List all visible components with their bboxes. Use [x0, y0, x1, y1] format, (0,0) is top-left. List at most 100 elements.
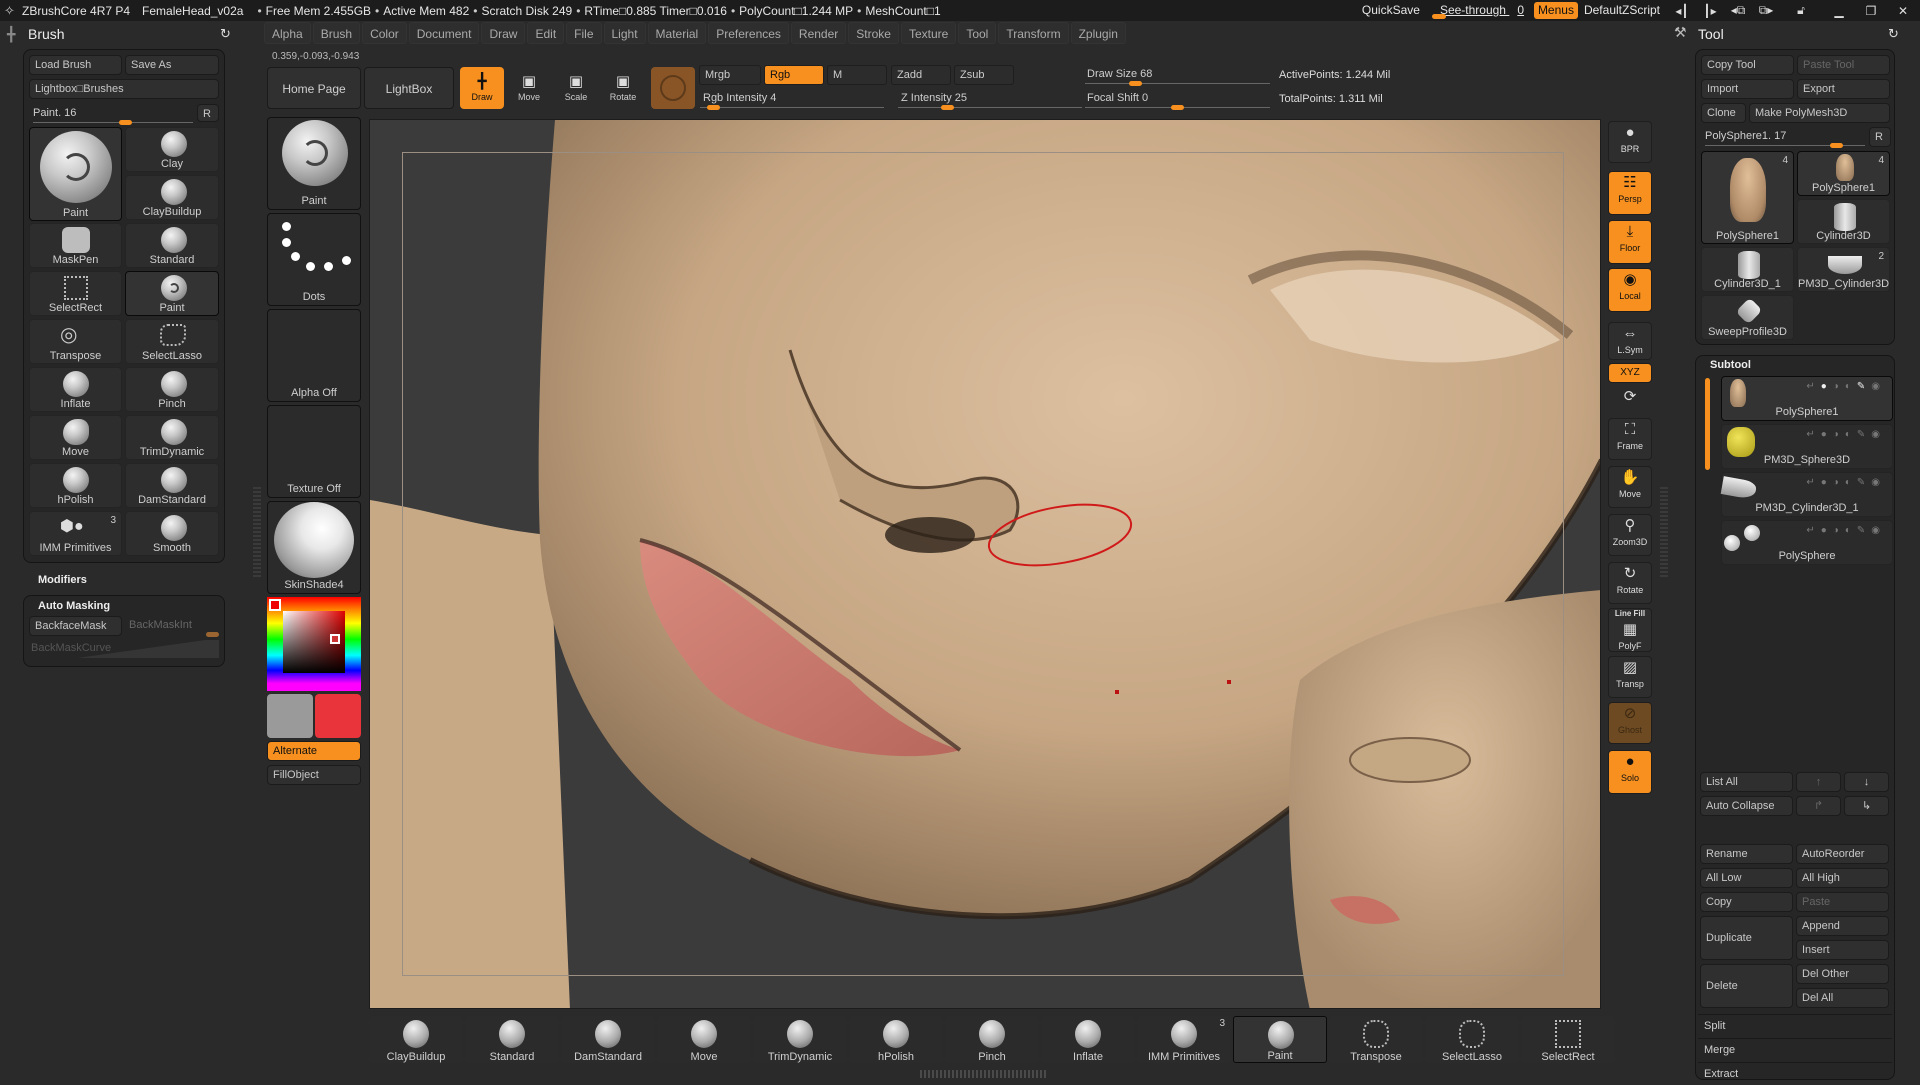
- zsub-button[interactable]: Zsub: [954, 65, 1014, 85]
- move-up-button[interactable]: ↑: [1796, 772, 1841, 792]
- right-tray-handle[interactable]: [1660, 487, 1668, 577]
- brush-r-button[interactable]: R: [197, 104, 219, 122]
- subtool-item-polysphere[interactable]: ↵●◑◐✎◉ PolySphere: [1721, 520, 1893, 565]
- paste-tool-button[interactable]: Paste Tool: [1797, 55, 1890, 75]
- back-mask-curve[interactable]: BackMaskCurve: [29, 640, 219, 658]
- menu-render[interactable]: Render: [790, 22, 847, 44]
- mrgb-button[interactable]: Mrgb: [699, 65, 761, 85]
- secondary-color-swatch[interactable]: [315, 694, 361, 738]
- delete-button[interactable]: Delete: [1700, 964, 1793, 1008]
- palette-refresh-icon[interactable]: ↻: [220, 26, 231, 42]
- close-icon[interactable]: ✕: [1886, 4, 1920, 18]
- del-other-button[interactable]: Del Other: [1796, 964, 1889, 984]
- menu-brush[interactable]: Brush: [312, 22, 361, 44]
- make-polymesh-button[interactable]: Make PolyMesh3D: [1749, 103, 1890, 123]
- alternate-button[interactable]: Alternate: [267, 741, 361, 761]
- extract-section[interactable]: Extract: [1698, 1062, 1892, 1080]
- shelf-button-zoom3d[interactable]: ⚲ Zoom3D: [1608, 514, 1652, 556]
- lightbox-button[interactable]: LightBox: [364, 67, 454, 109]
- zadd-button[interactable]: Zadd: [891, 65, 951, 85]
- palette-refresh-icon[interactable]: ↻: [1888, 26, 1899, 42]
- shelf-brush-imm-primitives[interactable]: 3 IMM Primitives: [1137, 1016, 1231, 1063]
- brush-thumb-clay[interactable]: Clay: [125, 127, 219, 172]
- all-low-button[interactable]: All Low: [1700, 868, 1793, 888]
- tool-thumb-polysphere1[interactable]: 4 PolySphere1: [1797, 151, 1890, 196]
- see-through-knob[interactable]: [1431, 14, 1446, 19]
- see-through-slider[interactable]: See-through 0: [1430, 0, 1530, 21]
- tool-thumb-cylinder3d-1[interactable]: Cylinder3D_1: [1701, 247, 1794, 292]
- current-brush-tile[interactable]: Paint: [267, 117, 361, 210]
- shelf-brush-selectlasso[interactable]: SelectLasso: [1425, 1016, 1519, 1063]
- brush-slider-track[interactable]: [33, 122, 193, 123]
- shelf-brush-standard[interactable]: Standard: [465, 1016, 559, 1063]
- bottom-tray-handle[interactable]: [920, 1070, 1048, 1078]
- modifiers-header[interactable]: Modifiers: [38, 574, 87, 586]
- export-button[interactable]: Export: [1797, 79, 1890, 99]
- shelf-brush-damstandard[interactable]: DamStandard: [561, 1016, 655, 1063]
- menu-color[interactable]: Color: [362, 22, 407, 44]
- shelf-button-rotate[interactable]: ↻ Rotate: [1608, 562, 1652, 604]
- insert-button[interactable]: Insert: [1796, 940, 1889, 960]
- brush-thumb-paint[interactable]: Paint: [29, 127, 122, 221]
- minimize-icon[interactable]: ▁: [1822, 4, 1856, 18]
- rename-button[interactable]: Rename: [1700, 844, 1793, 864]
- copy-subtool-button[interactable]: Copy: [1700, 892, 1793, 912]
- save-as-button[interactable]: Save As: [125, 55, 219, 75]
- lock-icon[interactable]: 🔓︎: [1780, 3, 1822, 18]
- subtool-item-pm3d-cylinder3d-1[interactable]: ↵●◑◐✎◉ PM3D_Cylinder3D_1: [1720, 472, 1893, 517]
- brush-thumb-pinch[interactable]: Pinch: [125, 367, 219, 412]
- expand-button[interactable]: ↳: [1844, 796, 1889, 816]
- shelf-brush-selectrect[interactable]: SelectRect: [1521, 1016, 1615, 1063]
- paste-subtool-button[interactable]: Paste: [1796, 892, 1889, 912]
- brush-thumb-imm-primitives[interactable]: ⬢● 3 IMM Primitives: [29, 511, 122, 556]
- z-intensity-knob[interactable]: [940, 105, 954, 110]
- sculpt-viewport[interactable]: [369, 119, 1601, 1009]
- shelf-button-local[interactable]: ◉ Local: [1608, 268, 1652, 312]
- brush-thumb-move[interactable]: Move: [29, 415, 122, 460]
- copy-tool-button[interactable]: Copy Tool: [1701, 55, 1794, 75]
- shelf-button-ghost[interactable]: ⊘ Ghost: [1608, 702, 1652, 744]
- material-tile[interactable]: SkinShade4: [267, 501, 361, 594]
- shelf-brush-paint[interactable]: Paint: [1233, 1016, 1327, 1063]
- shelf-brush-claybuildup[interactable]: ClayBuildup: [369, 1016, 463, 1063]
- hue-marker[interactable]: [269, 599, 281, 611]
- menu-document[interactable]: Document: [408, 22, 480, 44]
- shelf-button-floor[interactable]: ⤓ Floor: [1608, 220, 1652, 264]
- clone-button[interactable]: Clone: [1701, 103, 1746, 123]
- subtool-header[interactable]: Subtool: [1710, 359, 1751, 371]
- material-sphere-button[interactable]: [651, 67, 695, 109]
- list-all-button[interactable]: List All: [1700, 772, 1793, 792]
- rgb-intensity-knob[interactable]: [706, 105, 720, 110]
- fill-object-button[interactable]: FillObject: [267, 765, 361, 785]
- merge-section[interactable]: Merge: [1698, 1038, 1892, 1060]
- menu-light[interactable]: Light: [603, 22, 646, 44]
- move-down-button[interactable]: ↓: [1844, 772, 1889, 792]
- brush-thumb-inflate[interactable]: Inflate: [29, 367, 122, 412]
- focal-shift-knob[interactable]: [1171, 105, 1184, 110]
- shelf-brush-trimdynamic[interactable]: TrimDynamic: [753, 1016, 847, 1063]
- shelf-brush-pinch[interactable]: Pinch: [945, 1016, 1039, 1063]
- shelf-button-solo[interactable]: ● Solo: [1608, 750, 1652, 794]
- color-marker[interactable]: [330, 634, 340, 644]
- menu-file[interactable]: File: [566, 22, 602, 44]
- palette-drag-icon[interactable]: ╋: [7, 26, 15, 43]
- shelf-button-bpr[interactable]: ● BPR: [1608, 121, 1652, 163]
- shelf-brush-transpose[interactable]: Transpose: [1329, 1016, 1423, 1063]
- auto-masking-header[interactable]: Auto Masking: [38, 600, 110, 612]
- shelf-button-axis[interactable]: ⟳: [1608, 388, 1652, 408]
- color-picker[interactable]: [267, 597, 361, 691]
- menu-preferences[interactable]: Preferences: [708, 22, 789, 44]
- menu-alpha[interactable]: Alpha: [264, 22, 311, 44]
- duplicate-button[interactable]: Duplicate: [1700, 916, 1793, 960]
- draw-size-track[interactable]: [1085, 83, 1270, 84]
- brush-thumb-hpolish[interactable]: hPolish: [29, 463, 122, 508]
- shelf-button-xyz[interactable]: XYZ: [1608, 363, 1652, 383]
- brush-thumb-paint-2[interactable]: Paint: [125, 271, 219, 316]
- next-layout-icon[interactable]: ⧉▸: [1752, 3, 1780, 18]
- shelf-brush-hpolish[interactable]: hPolish: [849, 1016, 943, 1063]
- brush-thumb-standard[interactable]: Standard: [125, 223, 219, 268]
- menu-draw[interactable]: Draw: [481, 22, 526, 44]
- default-zscript-button[interactable]: DefaultZScript: [1582, 0, 1668, 21]
- shelf-button-l-sym[interactable]: ⇔ L.Sym: [1608, 322, 1652, 360]
- move-mode-button[interactable]: ▣ Move: [507, 67, 551, 109]
